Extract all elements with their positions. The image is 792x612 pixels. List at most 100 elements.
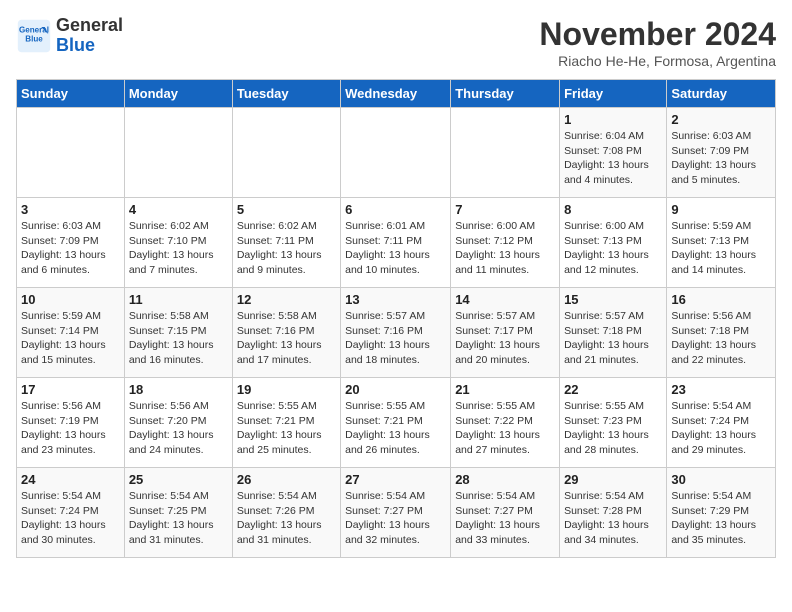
- calendar-cell: 27 Sunrise: 5:54 AM Sunset: 7:27 PM Dayli…: [341, 468, 451, 558]
- day-info: Sunrise: 5:59 AM Sunset: 7:13 PM Dayligh…: [671, 219, 771, 278]
- title-block: November 2024 Riacho He-He, Formosa, Arg…: [539, 16, 776, 69]
- day-info: Sunrise: 5:55 AM Sunset: 7:22 PM Dayligh…: [455, 399, 555, 458]
- day-number: 19: [237, 382, 336, 397]
- day-number: 29: [564, 472, 662, 487]
- day-number: 13: [345, 292, 446, 307]
- day-info: Sunrise: 5:57 AM Sunset: 7:17 PM Dayligh…: [455, 309, 555, 368]
- calendar-cell: 8 Sunrise: 6:00 AM Sunset: 7:13 PM Daylig…: [560, 198, 667, 288]
- day-number: 9: [671, 202, 771, 217]
- day-info: Sunrise: 5:54 AM Sunset: 7:27 PM Dayligh…: [345, 489, 446, 548]
- calendar-cell: 17 Sunrise: 5:56 AM Sunset: 7:19 PM Dayli…: [17, 378, 125, 468]
- day-number: 10: [21, 292, 120, 307]
- day-number: 5: [237, 202, 336, 217]
- calendar-cell: 19 Sunrise: 5:55 AM Sunset: 7:21 PM Dayli…: [232, 378, 340, 468]
- calendar-cell: [124, 108, 232, 198]
- day-number: 30: [671, 472, 771, 487]
- day-info: Sunrise: 5:54 AM Sunset: 7:27 PM Dayligh…: [455, 489, 555, 548]
- day-info: Sunrise: 5:54 AM Sunset: 7:29 PM Dayligh…: [671, 489, 771, 548]
- day-number: 17: [21, 382, 120, 397]
- calendar-cell: 1 Sunrise: 6:04 AM Sunset: 7:08 PM Daylig…: [560, 108, 667, 198]
- calendar-cell: [451, 108, 560, 198]
- day-number: 20: [345, 382, 446, 397]
- day-info: Sunrise: 5:56 AM Sunset: 7:20 PM Dayligh…: [129, 399, 228, 458]
- day-number: 4: [129, 202, 228, 217]
- calendar-cell: 24 Sunrise: 5:54 AM Sunset: 7:24 PM Dayli…: [17, 468, 125, 558]
- day-number: 7: [455, 202, 555, 217]
- day-info: Sunrise: 6:00 AM Sunset: 7:13 PM Dayligh…: [564, 219, 662, 278]
- day-info: Sunrise: 5:54 AM Sunset: 7:28 PM Dayligh…: [564, 489, 662, 548]
- day-number: 24: [21, 472, 120, 487]
- day-info: Sunrise: 5:55 AM Sunset: 7:21 PM Dayligh…: [345, 399, 446, 458]
- day-info: Sunrise: 5:56 AM Sunset: 7:18 PM Dayligh…: [671, 309, 771, 368]
- day-info: Sunrise: 5:56 AM Sunset: 7:19 PM Dayligh…: [21, 399, 120, 458]
- day-info: Sunrise: 5:57 AM Sunset: 7:16 PM Dayligh…: [345, 309, 446, 368]
- col-header-tuesday: Tuesday: [232, 80, 340, 108]
- calendar-cell: 20 Sunrise: 5:55 AM Sunset: 7:21 PM Dayli…: [341, 378, 451, 468]
- calendar-week-row: 17 Sunrise: 5:56 AM Sunset: 7:19 PM Dayli…: [17, 378, 776, 468]
- calendar-cell: 15Sunrise: 5:57 AM Sunset: 7:18 PM Dayli…: [560, 288, 667, 378]
- day-number: 2: [671, 112, 771, 127]
- calendar-cell: 18 Sunrise: 5:56 AM Sunset: 7:20 PM Dayli…: [124, 378, 232, 468]
- col-header-wednesday: Wednesday: [341, 80, 451, 108]
- day-info: Sunrise: 6:03 AM Sunset: 7:09 PM Dayligh…: [21, 219, 120, 278]
- calendar-week-row: 24 Sunrise: 5:54 AM Sunset: 7:24 PM Dayli…: [17, 468, 776, 558]
- calendar-cell: 10 Sunrise: 5:59 AM Sunset: 7:14 PM Dayli…: [17, 288, 125, 378]
- day-number: 1: [564, 112, 662, 127]
- logo-icon: General Blue: [16, 18, 52, 54]
- calendar-cell: [341, 108, 451, 198]
- day-info: Sunrise: 5:54 AM Sunset: 7:24 PM Dayligh…: [21, 489, 120, 548]
- calendar-cell: 13 Sunrise: 5:57 AM Sunset: 7:16 PM Dayli…: [341, 288, 451, 378]
- calendar-cell: 30 Sunrise: 5:54 AM Sunset: 7:29 PM Dayli…: [667, 468, 776, 558]
- calendar-week-row: 1 Sunrise: 6:04 AM Sunset: 7:08 PM Daylig…: [17, 108, 776, 198]
- col-header-thursday: Thursday: [451, 80, 560, 108]
- day-number: 12: [237, 292, 336, 307]
- logo-text: General Blue: [56, 16, 123, 56]
- day-info: Sunrise: 5:54 AM Sunset: 7:25 PM Dayligh…: [129, 489, 228, 548]
- calendar-cell: 7 Sunrise: 6:00 AM Sunset: 7:12 PM Daylig…: [451, 198, 560, 288]
- calendar-cell: 16 Sunrise: 5:56 AM Sunset: 7:18 PM Dayli…: [667, 288, 776, 378]
- day-number: 11: [129, 292, 228, 307]
- day-number: 16: [671, 292, 771, 307]
- day-number: 28: [455, 472, 555, 487]
- logo: General Blue General Blue: [16, 16, 123, 56]
- calendar-week-row: 3 Sunrise: 6:03 AM Sunset: 7:09 PM Daylig…: [17, 198, 776, 288]
- calendar-cell: 12 Sunrise: 5:58 AM Sunset: 7:16 PM Dayli…: [232, 288, 340, 378]
- day-number: 8: [564, 202, 662, 217]
- page-header: General Blue General Blue November 2024 …: [16, 16, 776, 69]
- day-info: Sunrise: 5:54 AM Sunset: 7:24 PM Dayligh…: [671, 399, 771, 458]
- calendar-week-row: 10 Sunrise: 5:59 AM Sunset: 7:14 PM Dayli…: [17, 288, 776, 378]
- calendar-cell: 26 Sunrise: 5:54 AM Sunset: 7:26 PM Dayli…: [232, 468, 340, 558]
- calendar-cell: 25Sunrise: 5:54 AM Sunset: 7:25 PM Dayli…: [124, 468, 232, 558]
- day-info: Sunrise: 5:55 AM Sunset: 7:21 PM Dayligh…: [237, 399, 336, 458]
- day-number: 15: [564, 292, 662, 307]
- calendar-cell: 6 Sunrise: 6:01 AM Sunset: 7:11 PM Daylig…: [341, 198, 451, 288]
- day-number: 18: [129, 382, 228, 397]
- day-number: 21: [455, 382, 555, 397]
- svg-text:Blue: Blue: [25, 34, 43, 43]
- day-info: Sunrise: 5:58 AM Sunset: 7:16 PM Dayligh…: [237, 309, 336, 368]
- day-number: 23: [671, 382, 771, 397]
- calendar-table: SundayMondayTuesdayWednesdayThursdayFrid…: [16, 79, 776, 558]
- day-info: Sunrise: 6:01 AM Sunset: 7:11 PM Dayligh…: [345, 219, 446, 278]
- day-number: 3: [21, 202, 120, 217]
- day-info: Sunrise: 6:00 AM Sunset: 7:12 PM Dayligh…: [455, 219, 555, 278]
- day-number: 6: [345, 202, 446, 217]
- col-header-saturday: Saturday: [667, 80, 776, 108]
- day-info: Sunrise: 6:03 AM Sunset: 7:09 PM Dayligh…: [671, 129, 771, 188]
- day-number: 22: [564, 382, 662, 397]
- calendar-cell: 5Sunrise: 6:02 AM Sunset: 7:11 PM Daylig…: [232, 198, 340, 288]
- calendar-cell: 29 Sunrise: 5:54 AM Sunset: 7:28 PM Dayli…: [560, 468, 667, 558]
- day-info: Sunrise: 6:04 AM Sunset: 7:08 PM Dayligh…: [564, 129, 662, 188]
- calendar-cell: 21 Sunrise: 5:55 AM Sunset: 7:22 PM Dayli…: [451, 378, 560, 468]
- day-info: Sunrise: 5:59 AM Sunset: 7:14 PM Dayligh…: [21, 309, 120, 368]
- day-number: 26: [237, 472, 336, 487]
- day-number: 27: [345, 472, 446, 487]
- calendar-cell: 2 Sunrise: 6:03 AM Sunset: 7:09 PM Daylig…: [667, 108, 776, 198]
- day-info: Sunrise: 5:54 AM Sunset: 7:26 PM Dayligh…: [237, 489, 336, 548]
- calendar-cell: 23 Sunrise: 5:54 AM Sunset: 7:24 PM Dayli…: [667, 378, 776, 468]
- calendar-cell: [17, 108, 125, 198]
- col-header-monday: Monday: [124, 80, 232, 108]
- calendar-cell: 3 Sunrise: 6:03 AM Sunset: 7:09 PM Daylig…: [17, 198, 125, 288]
- day-info: Sunrise: 5:58 AM Sunset: 7:15 PM Dayligh…: [129, 309, 228, 368]
- calendar-cell: 28 Sunrise: 5:54 AM Sunset: 7:27 PM Dayli…: [451, 468, 560, 558]
